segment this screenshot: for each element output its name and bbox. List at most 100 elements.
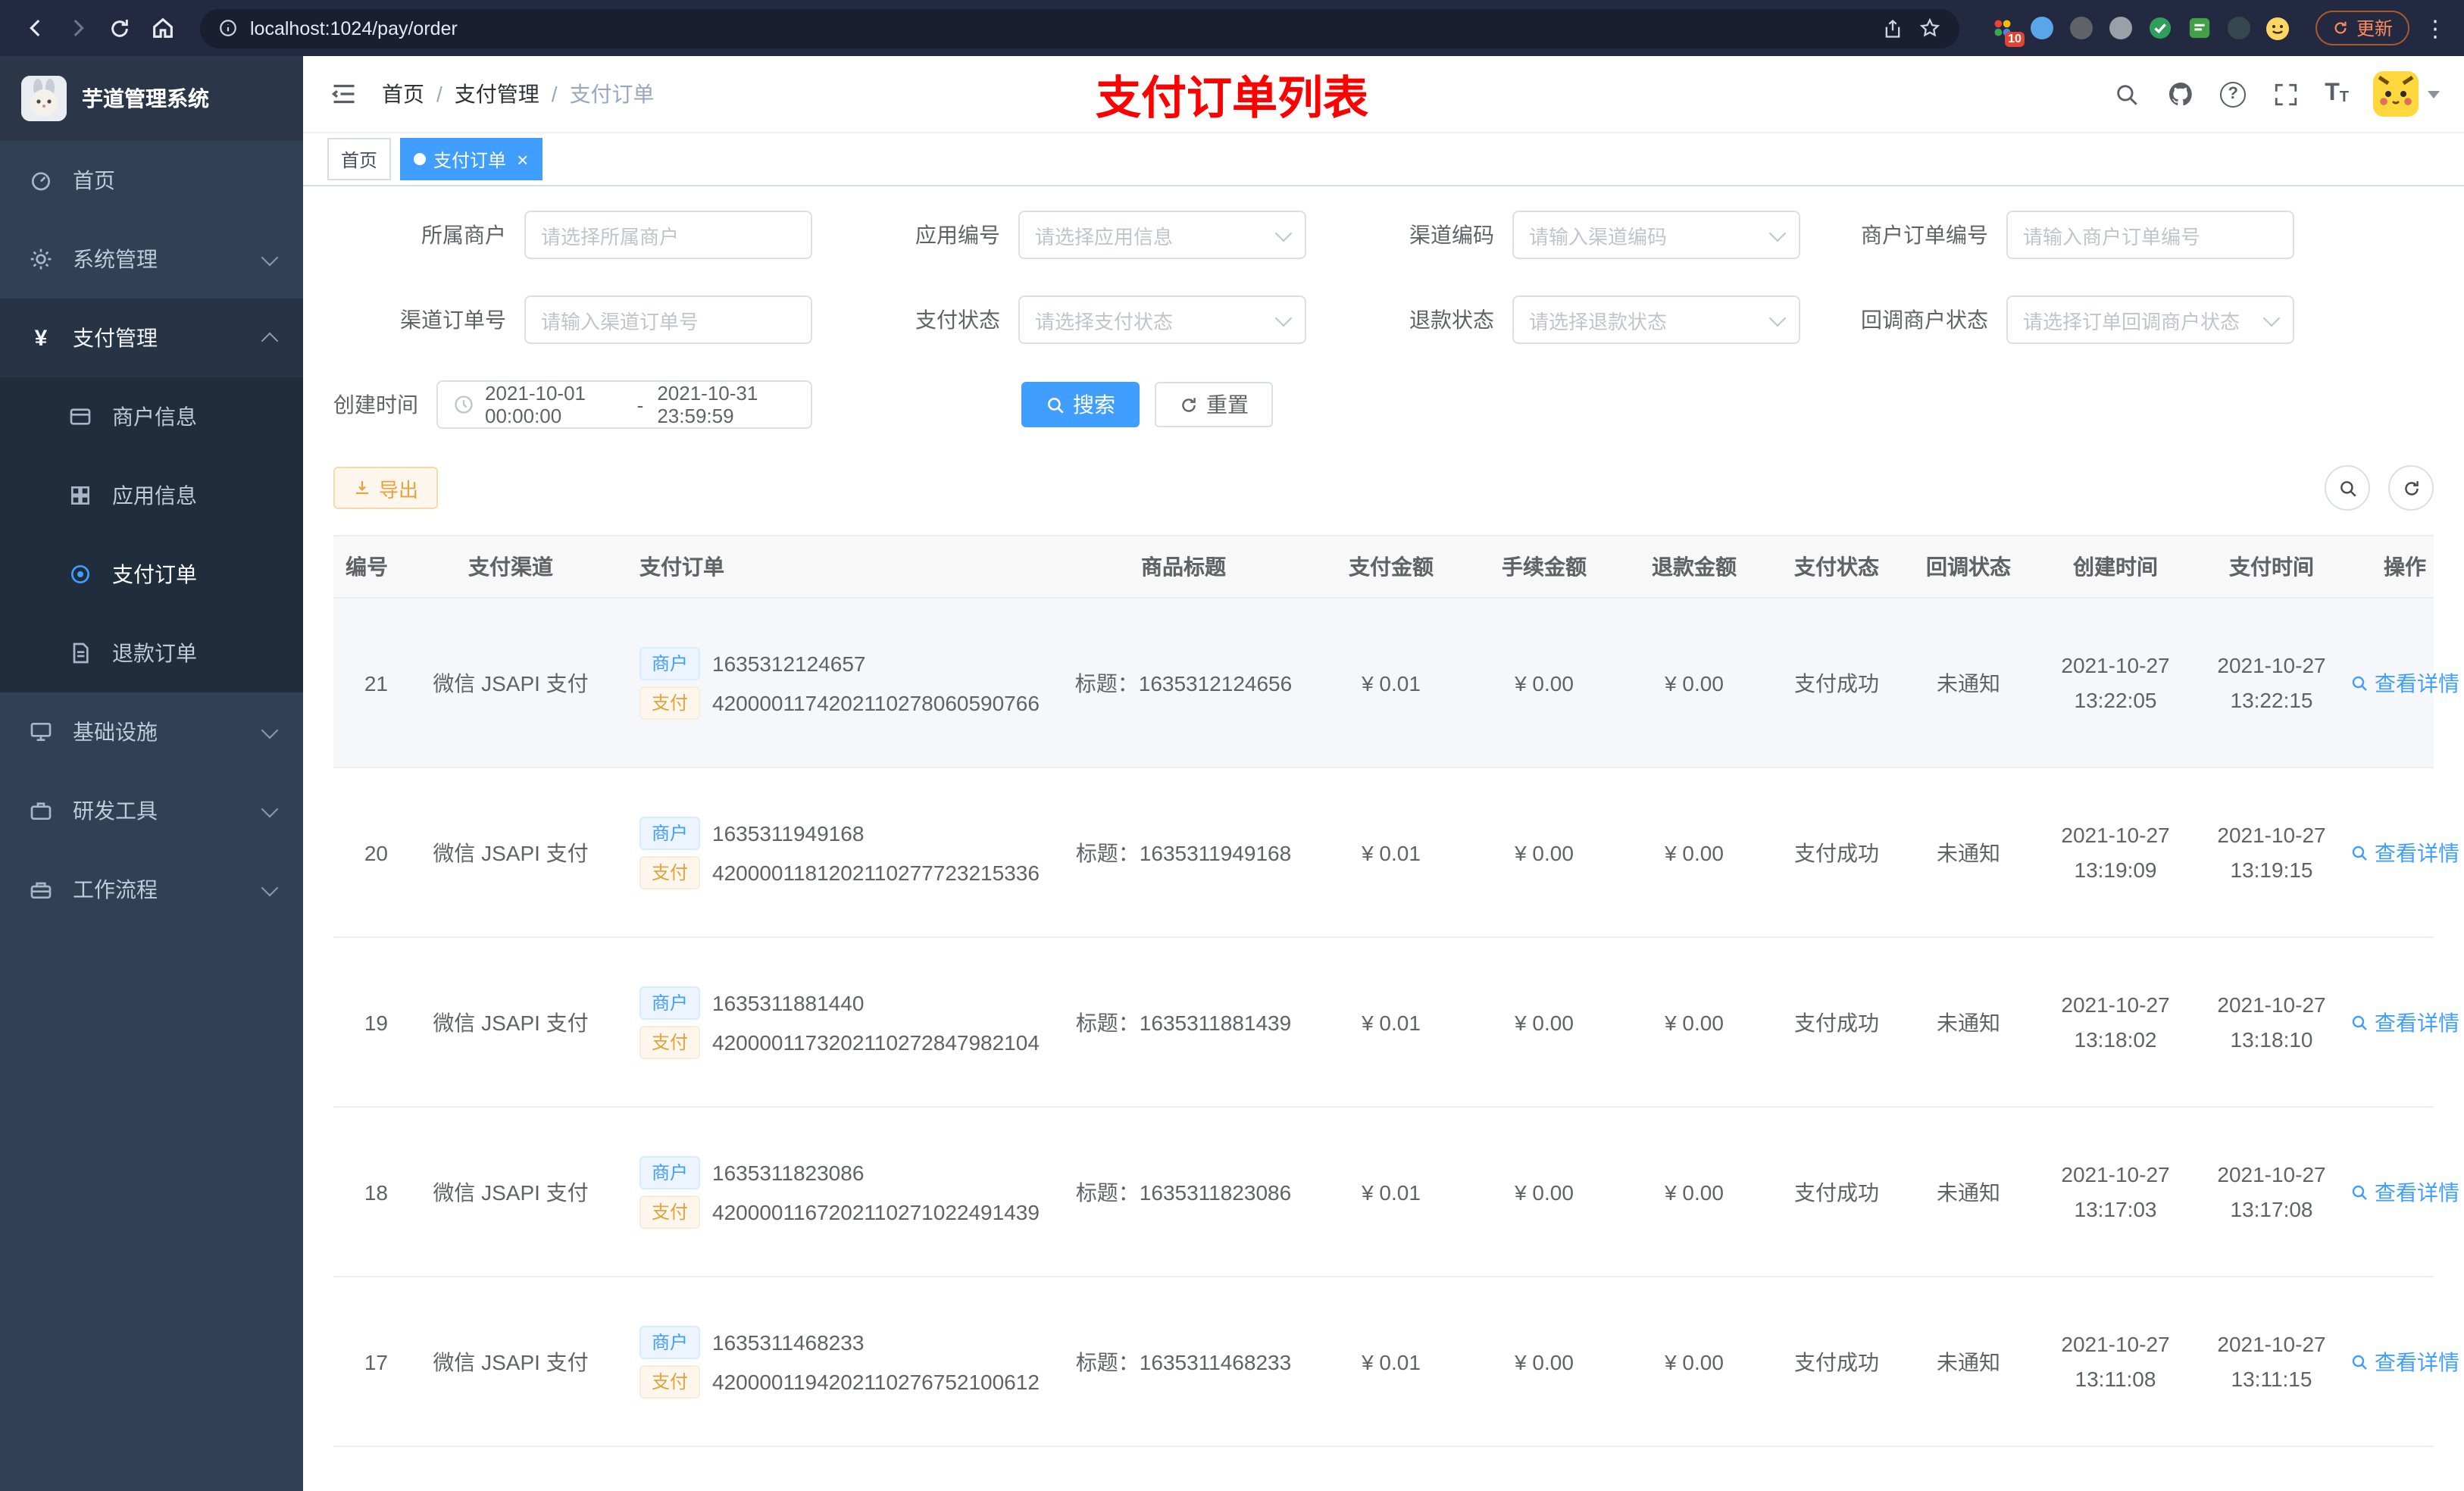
- sidebar-item-merchant-info[interactable]: 商户信息: [0, 377, 303, 456]
- toggle-search-button[interactable]: [2325, 465, 2370, 511]
- sidebar-item-home[interactable]: 首页: [0, 141, 303, 220]
- date-range-input[interactable]: 2021-10-01 00:00:00 - 2021-10-31 23:59:5…: [436, 380, 812, 429]
- view-detail-link[interactable]: 查看详情: [2350, 1177, 2459, 1207]
- user-menu[interactable]: [2373, 71, 2440, 117]
- merchant-input[interactable]: 请选择所属商户: [524, 211, 812, 259]
- export-button-label: 导出: [379, 478, 419, 501]
- filter-app-id: 应用编号 请选择应用信息: [827, 211, 1306, 259]
- monitor-icon: [27, 720, 55, 744]
- filter-create-time: 创建时间 2021-10-01 00:00:00 - 2021-10-31 23…: [333, 380, 812, 429]
- filter-merchant: 所属商户 请选择所属商户: [333, 211, 812, 259]
- share-icon[interactable]: [1882, 17, 1903, 39]
- notify-status-select[interactable]: 请选择订单回调商户状态: [2006, 295, 2294, 344]
- reset-button[interactable]: 重置: [1155, 382, 1273, 427]
- filter-notify-status: 回调商户状态 请选择订单回调商户状态: [1815, 295, 2294, 344]
- browser-home-icon[interactable]: [142, 8, 182, 48]
- cell-channel: 微信 JSAPI 支付: [433, 1010, 589, 1034]
- merchant-no: 1635311823086: [712, 1160, 865, 1184]
- sidebar-item-refund-order[interactable]: 退款订单: [0, 614, 303, 692]
- sidebar-item-infra[interactable]: 基础设施: [0, 692, 303, 771]
- app-title: 芋道管理系统: [82, 86, 209, 111]
- cell-pay-order: 商户 1635311949168 支付 4200001181202110277723…: [630, 810, 1055, 895]
- cell-notify: 未通知: [1937, 1180, 2000, 1204]
- extension-grey-icon[interactable]: [2108, 15, 2134, 41]
- view-detail-link[interactable]: 查看详情: [2350, 1007, 2459, 1037]
- browser-forward-icon[interactable]: [58, 8, 97, 48]
- cell-pay-time: 2021-10-27 13:19:15: [2217, 823, 2326, 881]
- browser-reload-icon[interactable]: [100, 8, 139, 48]
- merchant-tag: 商户: [639, 986, 701, 1019]
- extension-chat-icon[interactable]: [2187, 15, 2212, 41]
- cell-id: 18: [364, 1180, 388, 1204]
- view-detail-label: 查看详情: [2375, 1010, 2459, 1034]
- browser-toolbar: localhost:1024/pay/order 10 更新 ⋮: [0, 0, 2464, 56]
- content: 所属商户 请选择所属商户 应用编号 请选择应用信息 渠道编码 请输入渠道编码 商…: [303, 186, 2464, 1491]
- tab-pay-order[interactable]: 支付订单 ×: [400, 138, 543, 180]
- sidebar-item-workflow[interactable]: 工作流程: [0, 850, 303, 929]
- view-detail-link[interactable]: 查看详情: [2350, 1346, 2459, 1377]
- view-detail-label: 查看详情: [2375, 1180, 2459, 1204]
- cell-create-time: 2021-10-27 13:18:02: [2061, 992, 2170, 1051]
- sidebar-item-devtools[interactable]: 研发工具: [0, 771, 303, 850]
- view-detail-link[interactable]: 查看详情: [2350, 837, 2459, 867]
- channel-order-no-input[interactable]: 请输入渠道订单号: [524, 295, 812, 344]
- search-button[interactable]: 搜索: [1021, 382, 1140, 427]
- cell-channel: 微信 JSAPI 支付: [433, 670, 589, 695]
- browser-back-icon[interactable]: [15, 8, 55, 48]
- extension-emoji-icon[interactable]: [2265, 15, 2291, 41]
- cell-channel: 微信 JSAPI 支付: [433, 1349, 589, 1374]
- cell-refund: ¥ 0.00: [1665, 670, 1724, 695]
- chevron-down-icon: [1768, 308, 1787, 327]
- extension-navy-icon[interactable]: [2226, 15, 2252, 41]
- extension-blue-icon[interactable]: [2029, 15, 2055, 41]
- breadcrumb: 首页 / 支付管理 / 支付订单: [382, 79, 655, 109]
- refund-status-select[interactable]: 请选择退款状态: [1512, 295, 1800, 344]
- help-icon[interactable]: ?: [2220, 81, 2247, 107]
- browser-update-button[interactable]: 更新: [2315, 11, 2409, 45]
- extension-dark-icon[interactable]: [2068, 15, 2094, 41]
- extension-green-check-icon[interactable]: [2147, 15, 2173, 41]
- tab-home[interactable]: 首页: [327, 138, 392, 180]
- github-icon[interactable]: [2165, 79, 2196, 109]
- refresh-table-button[interactable]: [2388, 465, 2434, 511]
- cell-status: 支付成功: [1794, 1180, 1879, 1204]
- font-size-icon[interactable]: TT: [2325, 81, 2349, 106]
- sidebar-item-pay-order[interactable]: 支付订单: [0, 535, 303, 614]
- grid-icon: [67, 483, 94, 508]
- cell-pay-order: 商户 1635311881440 支付 4200001173202110272847…: [630, 980, 1055, 1064]
- cell-fee: ¥ 0.00: [1515, 1349, 1574, 1374]
- export-button[interactable]: 导出: [333, 467, 439, 509]
- site-info-icon[interactable]: [218, 18, 238, 38]
- channel-code-select[interactable]: 请输入渠道编码: [1512, 211, 1800, 259]
- cell-channel: 微信 JSAPI 支付: [433, 840, 589, 864]
- address-bar[interactable]: localhost:1024/pay/order: [200, 8, 1959, 48]
- cell-fee: ¥ 0.00: [1515, 1180, 1574, 1204]
- chevron-down-icon: [1274, 223, 1293, 242]
- col-amount: 支付金额: [1349, 555, 1434, 579]
- sidebar-item-payment[interactable]: ¥ 支付管理: [0, 299, 303, 377]
- header-search-icon[interactable]: [2111, 79, 2141, 109]
- bookmark-star-icon[interactable]: [1918, 17, 1941, 39]
- filter-merchant-order-no: 商户订单编号 请输入商户订单编号: [1815, 211, 2294, 259]
- sidebar-item-app-info[interactable]: 应用信息: [0, 456, 303, 535]
- browser-menu-icon[interactable]: ⋮: [2422, 14, 2449, 42]
- sidebar-toggle-icon[interactable]: [327, 77, 361, 111]
- placeholder-text: 请选择所属商户: [541, 225, 680, 248]
- fullscreen-icon[interactable]: [2270, 79, 2300, 109]
- table-row: 20 微信 JSAPI 支付 商户 1635311949168 支付 4200001…: [333, 768, 2459, 938]
- merchant-order-no-input[interactable]: 请输入商户订单编号: [2006, 211, 2294, 259]
- app-logo[interactable]: 芋道管理系统: [0, 56, 303, 141]
- extension-grid-icon[interactable]: 10: [1990, 15, 2025, 47]
- app-id-select[interactable]: 请选择应用信息: [1018, 211, 1306, 259]
- field-label: 商户订单编号: [1861, 223, 1988, 247]
- breadcrumb-payment[interactable]: 支付管理: [455, 79, 539, 109]
- pay-tag: 支付: [639, 855, 701, 889]
- breadcrumb-home[interactable]: 首页: [382, 79, 424, 109]
- pay-status-select[interactable]: 请选择支付状态: [1018, 295, 1306, 344]
- cell-pay-time: 2021-10-27 13:11:15: [2217, 1332, 2326, 1390]
- view-detail-link[interactable]: 查看详情: [2350, 667, 2459, 698]
- chevron-down-icon: [1768, 223, 1787, 242]
- tab-close-icon[interactable]: ×: [517, 149, 528, 169]
- sidebar-item-system[interactable]: 系统管理: [0, 220, 303, 299]
- avatar[interactable]: [2373, 71, 2419, 117]
